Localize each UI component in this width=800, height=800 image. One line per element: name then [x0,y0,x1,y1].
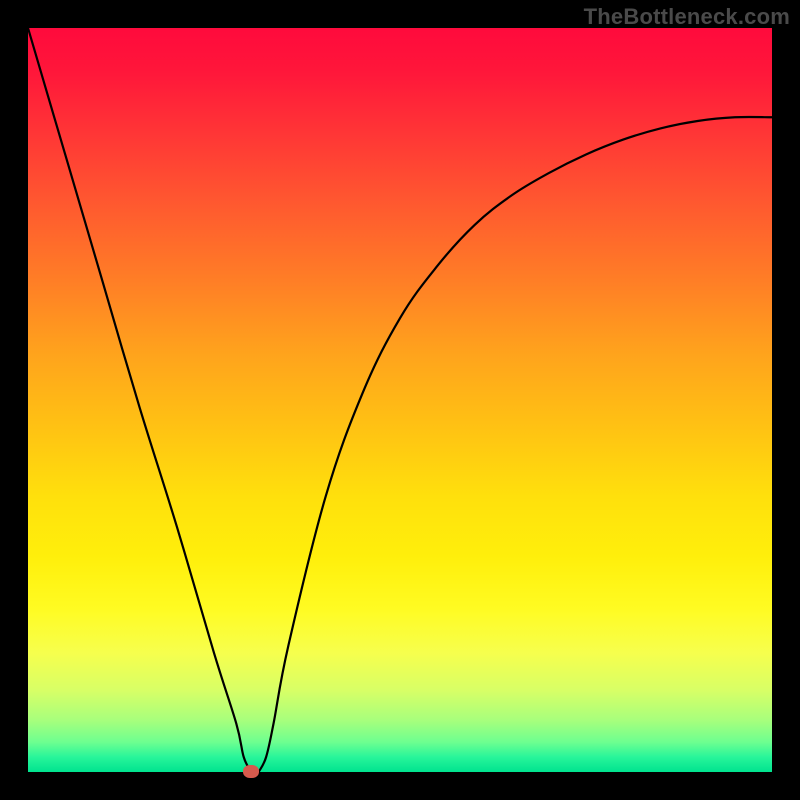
bottleneck-curve [28,28,772,772]
chart-frame: TheBottleneck.com [0,0,800,800]
watermark-text: TheBottleneck.com [584,4,790,30]
plot-area [28,28,772,772]
optimal-point-marker [243,765,259,778]
